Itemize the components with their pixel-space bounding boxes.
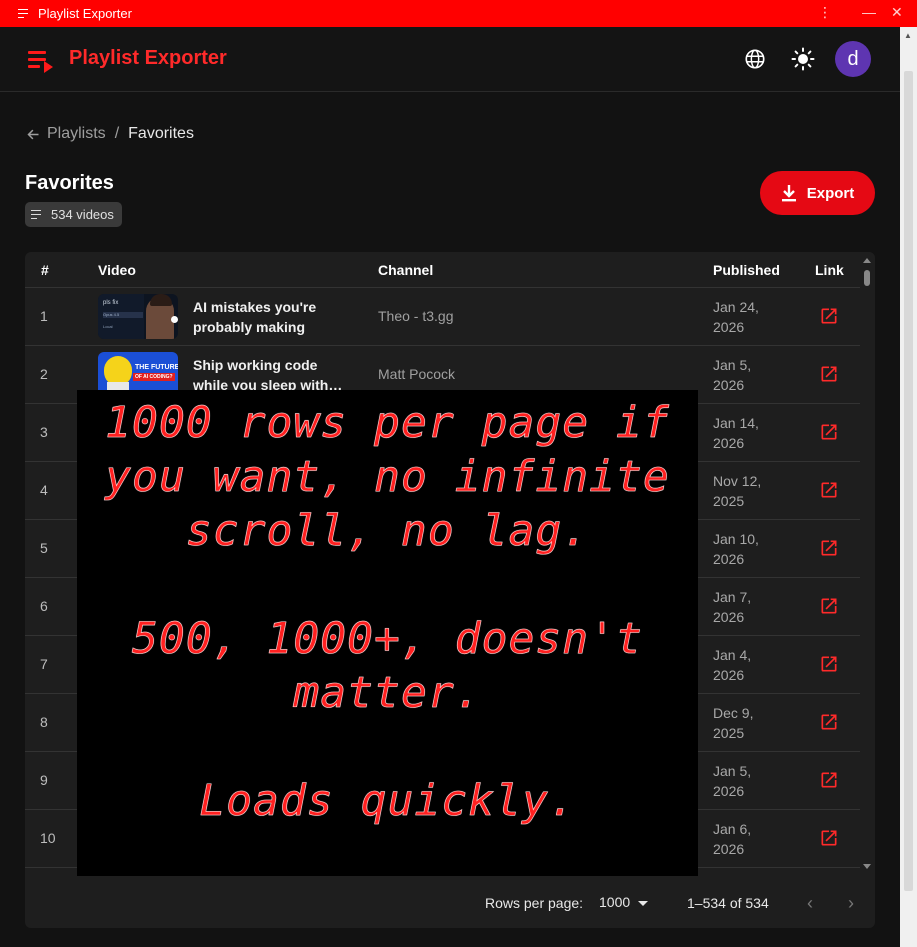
channel-name: Matt Pocock xyxy=(378,366,456,382)
rows-per-page-select[interactable]: 1000 xyxy=(599,894,630,910)
open-link-icon[interactable] xyxy=(819,654,839,674)
published-date: Jan 7, 2026 xyxy=(713,589,752,625)
export-button[interactable]: Export xyxy=(760,171,875,215)
video-title[interactable]: AI mistakes you're probably making xyxy=(193,297,343,337)
app-window: { "window": { "title": "Playlist Exporte… xyxy=(0,0,917,947)
caption-overlay: 1000 rows per page if you want, no infin… xyxy=(77,390,698,876)
window-title: Playlist Exporter xyxy=(38,6,132,21)
published-date: Jan 24, 2026 xyxy=(713,299,759,335)
column-header-video[interactable]: Video xyxy=(98,262,136,278)
open-link-icon[interactable] xyxy=(819,306,839,326)
row-number: 2 xyxy=(40,366,48,382)
overlay-line: you want, no infinite xyxy=(105,452,670,503)
playlist-icon xyxy=(18,7,32,21)
column-header-published[interactable]: Published xyxy=(713,262,780,278)
open-link-icon[interactable] xyxy=(819,480,839,500)
column-header-link[interactable]: Link xyxy=(815,262,844,278)
published-date: Nov 12, 2025 xyxy=(713,473,762,509)
window-menu-button[interactable]: ⋮ xyxy=(818,4,832,21)
globe-icon xyxy=(745,49,765,69)
overlay-line: matter. xyxy=(293,668,482,719)
row-number: 4 xyxy=(40,482,48,498)
app-header: Playlist Exporter d xyxy=(0,27,900,92)
scroll-up-icon[interactable] xyxy=(863,258,871,263)
column-header-channel[interactable]: Channel xyxy=(378,262,433,278)
app-title: Playlist Exporter xyxy=(69,47,227,69)
breadcrumb-current: Favorites xyxy=(128,125,194,142)
breadcrumb: Playlists / Favorites xyxy=(26,125,194,143)
channel-name: Theo - t3.gg xyxy=(378,308,454,324)
window-minimize-button[interactable]: — xyxy=(862,4,876,20)
breadcrumb-playlists-link[interactable]: Playlists xyxy=(47,125,106,143)
open-link-icon[interactable] xyxy=(819,538,839,558)
theme-toggle-button[interactable] xyxy=(788,44,818,74)
row-number: 5 xyxy=(40,540,48,556)
open-link-icon[interactable] xyxy=(819,596,839,616)
playlist-logo-icon xyxy=(28,51,56,73)
thumbnail-text: THE FUTURE xyxy=(135,364,178,371)
published-date: Jan 10, 2026 xyxy=(713,531,759,567)
overlay-line: 500, 1000+, doesn't xyxy=(132,614,643,665)
table-scrollbar-thumb[interactable] xyxy=(864,270,870,286)
user-avatar[interactable]: d xyxy=(835,41,871,77)
export-button-label: Export xyxy=(806,184,855,202)
published-date: Dec 9, 2025 xyxy=(713,705,754,741)
thumbnail-text: pls fix xyxy=(103,300,119,306)
video-count-text: 534 videos xyxy=(51,207,114,222)
row-number: 3 xyxy=(40,424,48,440)
published-date: Jan 4, 2026 xyxy=(713,647,752,683)
next-page-button[interactable]: › xyxy=(848,893,854,914)
published-date: Jan 5, 2026 xyxy=(713,763,752,799)
playlist-icon xyxy=(31,209,45,220)
open-link-icon[interactable] xyxy=(819,422,839,442)
published-date: Jan 6, 2026 xyxy=(713,821,752,857)
thumbnail-text: OF AI CODING? xyxy=(133,373,175,381)
video-title[interactable]: Ship working code while you sleep with… xyxy=(193,355,343,395)
language-button[interactable] xyxy=(740,44,770,74)
previous-page-button[interactable]: ‹ xyxy=(807,893,813,914)
breadcrumb-separator: / xyxy=(114,125,120,142)
table-pagination: Rows per page: 1000 1–534 of 534 ‹ › xyxy=(25,882,875,928)
open-link-icon[interactable] xyxy=(819,828,839,848)
video-thumbnail[interactable]: pls fix Opus 4.5 Local xyxy=(98,294,178,339)
rows-per-page-label: Rows per page: xyxy=(485,895,584,911)
scroll-down-icon[interactable] xyxy=(863,864,871,869)
row-number: 6 xyxy=(40,598,48,614)
open-link-icon[interactable] xyxy=(819,364,839,384)
overlay-line: scroll, no lag. xyxy=(185,506,590,557)
window-close-button[interactable]: ✕ xyxy=(891,4,903,21)
column-header-number[interactable]: # xyxy=(41,262,49,278)
open-link-icon[interactable] xyxy=(819,712,839,732)
pagination-range: 1–534 of 534 xyxy=(687,895,769,911)
overlay-line: 1000 rows per page if xyxy=(105,398,670,449)
open-link-icon[interactable] xyxy=(819,770,839,790)
scroll-up-arrow-icon[interactable]: ▲ xyxy=(904,31,912,40)
row-number: 7 xyxy=(40,656,48,672)
row-number: 10 xyxy=(40,830,56,846)
row-number: 9 xyxy=(40,772,48,788)
row-number: 8 xyxy=(40,714,48,730)
table-scrollbar[interactable] xyxy=(860,252,875,872)
dropdown-caret-icon[interactable] xyxy=(638,901,648,906)
published-date: Jan 5, 2026 xyxy=(713,357,752,393)
thumbnail-text: Local xyxy=(103,324,113,329)
overlay-line: Loads quickly. xyxy=(199,776,576,827)
video-count-badge: 534 videos xyxy=(25,202,122,227)
published-date: Jan 14, 2026 xyxy=(713,415,759,451)
table-header: # Video Channel Published Link xyxy=(25,252,860,288)
thumbnail-text: Opus 4.5 xyxy=(103,312,143,318)
row-number: 1 xyxy=(40,308,48,324)
window-scrollbar[interactable]: ▲ xyxy=(900,27,917,947)
page-title: Favorites xyxy=(25,172,114,194)
table-row[interactable]: 1 pls fix Opus 4.5 Local AI mistakes you're p… xyxy=(25,288,860,346)
window-titlebar: Playlist Exporter ⋮ — ✕ xyxy=(0,0,917,27)
download-icon xyxy=(781,185,796,202)
sun-icon xyxy=(791,47,815,71)
window-scrollbar-thumb[interactable] xyxy=(904,71,913,891)
back-arrow-icon[interactable] xyxy=(26,127,41,142)
